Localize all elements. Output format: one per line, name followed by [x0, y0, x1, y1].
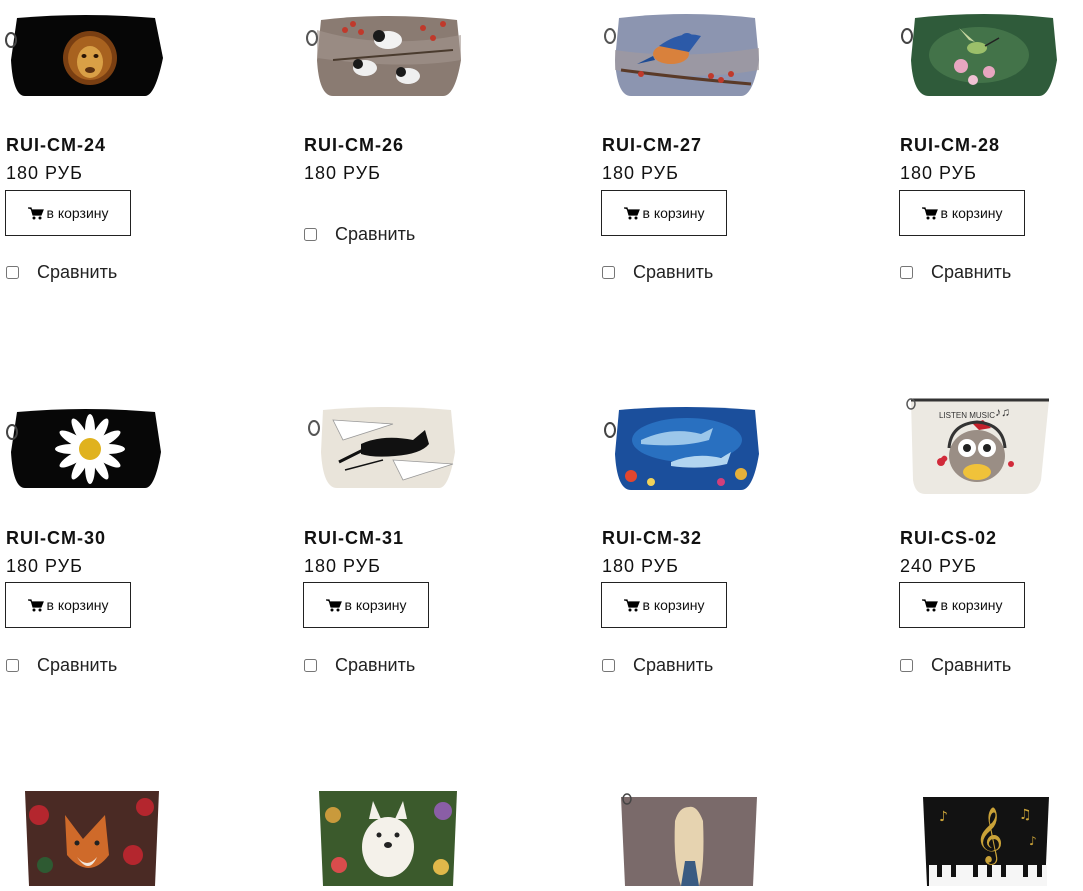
cart-icon — [325, 598, 342, 611]
compare-label: Сравнить — [633, 655, 714, 675]
compare-toggle[interactable]: Сравнить — [899, 655, 1011, 676]
add-to-cart-button[interactable]: в корзину — [5, 582, 131, 628]
product-image-daisy[interactable] — [5, 400, 165, 500]
compare-checkbox[interactable] — [6, 659, 19, 672]
cart-icon — [921, 598, 938, 611]
cart-icon — [27, 206, 44, 219]
product-image-owl[interactable]: LISTEN MUSIC ♪♫ — [899, 390, 1059, 500]
add-to-cart-label: в корзину — [46, 205, 109, 221]
add-to-cart-button[interactable]: в корзину — [5, 190, 131, 236]
compare-checkbox[interactable] — [304, 228, 317, 241]
product-image-birds-berries[interactable] — [303, 0, 463, 100]
product-image-girl[interactable] — [601, 785, 761, 886]
product-price: 180 РУБ — [602, 556, 679, 576]
svg-text:♪: ♪ — [939, 809, 948, 825]
product-sku[interactable]: RUI-CM-28 — [900, 135, 1000, 156]
compare-label: Сравнить — [37, 262, 118, 282]
compare-checkbox[interactable] — [602, 266, 615, 279]
product-image-black-cat[interactable] — [303, 400, 463, 500]
add-to-cart-button[interactable]: в корзину — [899, 190, 1025, 236]
compare-checkbox[interactable] — [900, 659, 913, 672]
product-price: 180 РУБ — [304, 556, 381, 576]
cart-icon — [623, 206, 640, 219]
add-to-cart-button[interactable]: в корзину — [601, 190, 727, 236]
compare-label: Сравнить — [931, 655, 1012, 675]
add-to-cart-label: в корзину — [642, 597, 705, 613]
compare-checkbox[interactable] — [900, 266, 913, 279]
cart-icon — [27, 598, 44, 611]
product-sku[interactable]: RUI-CM-26 — [304, 135, 404, 156]
cart-icon — [623, 598, 640, 611]
compare-checkbox[interactable] — [602, 659, 615, 672]
compare-toggle[interactable]: Сравнить — [303, 655, 415, 676]
product-image-dolphins[interactable] — [601, 400, 761, 500]
product-sku[interactable]: RUI-CM-31 — [304, 528, 404, 549]
product-sku[interactable]: RUI-CM-32 — [602, 528, 702, 549]
svg-text:𝄞: 𝄞 — [975, 807, 1003, 865]
compare-label: Сравнить — [633, 262, 714, 282]
add-to-cart-label: в корзину — [940, 205, 1003, 221]
compare-checkbox[interactable] — [304, 659, 317, 672]
cart-icon — [921, 206, 938, 219]
product-price: 240 РУБ — [900, 556, 977, 576]
product-image-bluebird[interactable] — [601, 0, 761, 100]
add-to-cart-label: в корзину — [940, 597, 1003, 613]
add-to-cart-label: в корзину — [344, 597, 407, 613]
compare-label: Сравнить — [931, 262, 1012, 282]
product-image-lion[interactable] — [5, 0, 165, 100]
add-to-cart-button[interactable]: в корзину — [899, 582, 1025, 628]
product-price: 180 РУБ — [6, 556, 83, 576]
svg-text:♪: ♪ — [1029, 834, 1037, 848]
compare-toggle[interactable]: Сравнить — [303, 224, 415, 245]
product-image-fox[interactable] — [5, 785, 165, 886]
product-price: 180 РУБ — [900, 163, 977, 183]
compare-checkbox[interactable] — [6, 266, 19, 279]
product-sku[interactable]: RUI-CM-27 — [602, 135, 702, 156]
compare-toggle[interactable]: Сравнить — [601, 655, 713, 676]
add-to-cart-label: в корзину — [642, 205, 705, 221]
product-sku[interactable]: RUI-CM-30 — [6, 528, 106, 549]
compare-toggle[interactable]: Сравнить — [601, 262, 713, 283]
compare-label: Сравнить — [37, 655, 118, 675]
add-to-cart-button[interactable]: в корзину — [601, 582, 727, 628]
compare-toggle[interactable]: Сравнить — [5, 262, 117, 283]
compare-toggle[interactable]: Сравнить — [5, 655, 117, 676]
product-image-music[interactable]: 𝄞 ♪ ♫ ♪ — [899, 785, 1059, 886]
compare-label: Сравнить — [335, 655, 416, 675]
owl-image-text: LISTEN MUSIC — [939, 411, 995, 420]
svg-text:♫: ♫ — [1019, 807, 1032, 823]
product-price: 180 РУБ — [304, 163, 381, 183]
product-sku[interactable]: RUI-CM-24 — [6, 135, 106, 156]
product-price: 180 РУБ — [602, 163, 679, 183]
compare-label: Сравнить — [335, 224, 416, 244]
svg-text:♪♫: ♪♫ — [995, 405, 1010, 419]
compare-toggle[interactable]: Сравнить — [899, 262, 1011, 283]
product-image-westie[interactable] — [303, 785, 463, 886]
product-price: 180 РУБ — [6, 163, 83, 183]
product-image-hummingbird[interactable] — [899, 0, 1059, 100]
add-to-cart-label: в корзину — [46, 597, 109, 613]
add-to-cart-button[interactable]: в корзину — [303, 582, 429, 628]
product-sku[interactable]: RUI-CS-02 — [900, 528, 997, 549]
